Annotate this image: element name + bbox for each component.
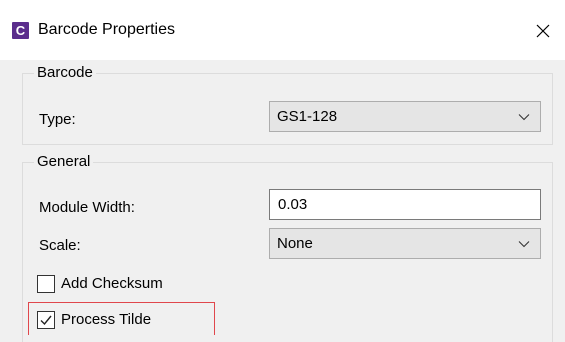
- app-icon: C: [12, 22, 29, 39]
- add-checksum-label: Add Checksum: [61, 275, 163, 292]
- chevron-down-icon: [518, 113, 530, 121]
- module-width-value: 0.03: [278, 196, 308, 213]
- general-group-label: General: [34, 152, 94, 172]
- module-width-input[interactable]: 0.03: [269, 189, 541, 220]
- barcode-group-label: Barcode: [34, 63, 96, 83]
- scale-dropdown-value: None: [277, 235, 313, 252]
- scale-label: Scale:: [39, 237, 81, 254]
- chevron-down-icon: [518, 240, 530, 248]
- add-checksum-box[interactable]: [37, 275, 55, 293]
- title-bar: C Barcode Properties: [0, 0, 565, 60]
- scale-dropdown[interactable]: None: [269, 228, 541, 259]
- type-dropdown-value: GS1-128: [277, 108, 338, 125]
- close-icon: [536, 24, 550, 38]
- highlight-annotation: [28, 302, 215, 335]
- window-title: Barcode Properties: [38, 21, 175, 38]
- close-button[interactable]: [530, 18, 556, 44]
- type-dropdown[interactable]: GS1-128: [269, 101, 541, 132]
- module-width-label: Module Width:: [39, 199, 135, 216]
- type-label: Type:: [39, 111, 76, 128]
